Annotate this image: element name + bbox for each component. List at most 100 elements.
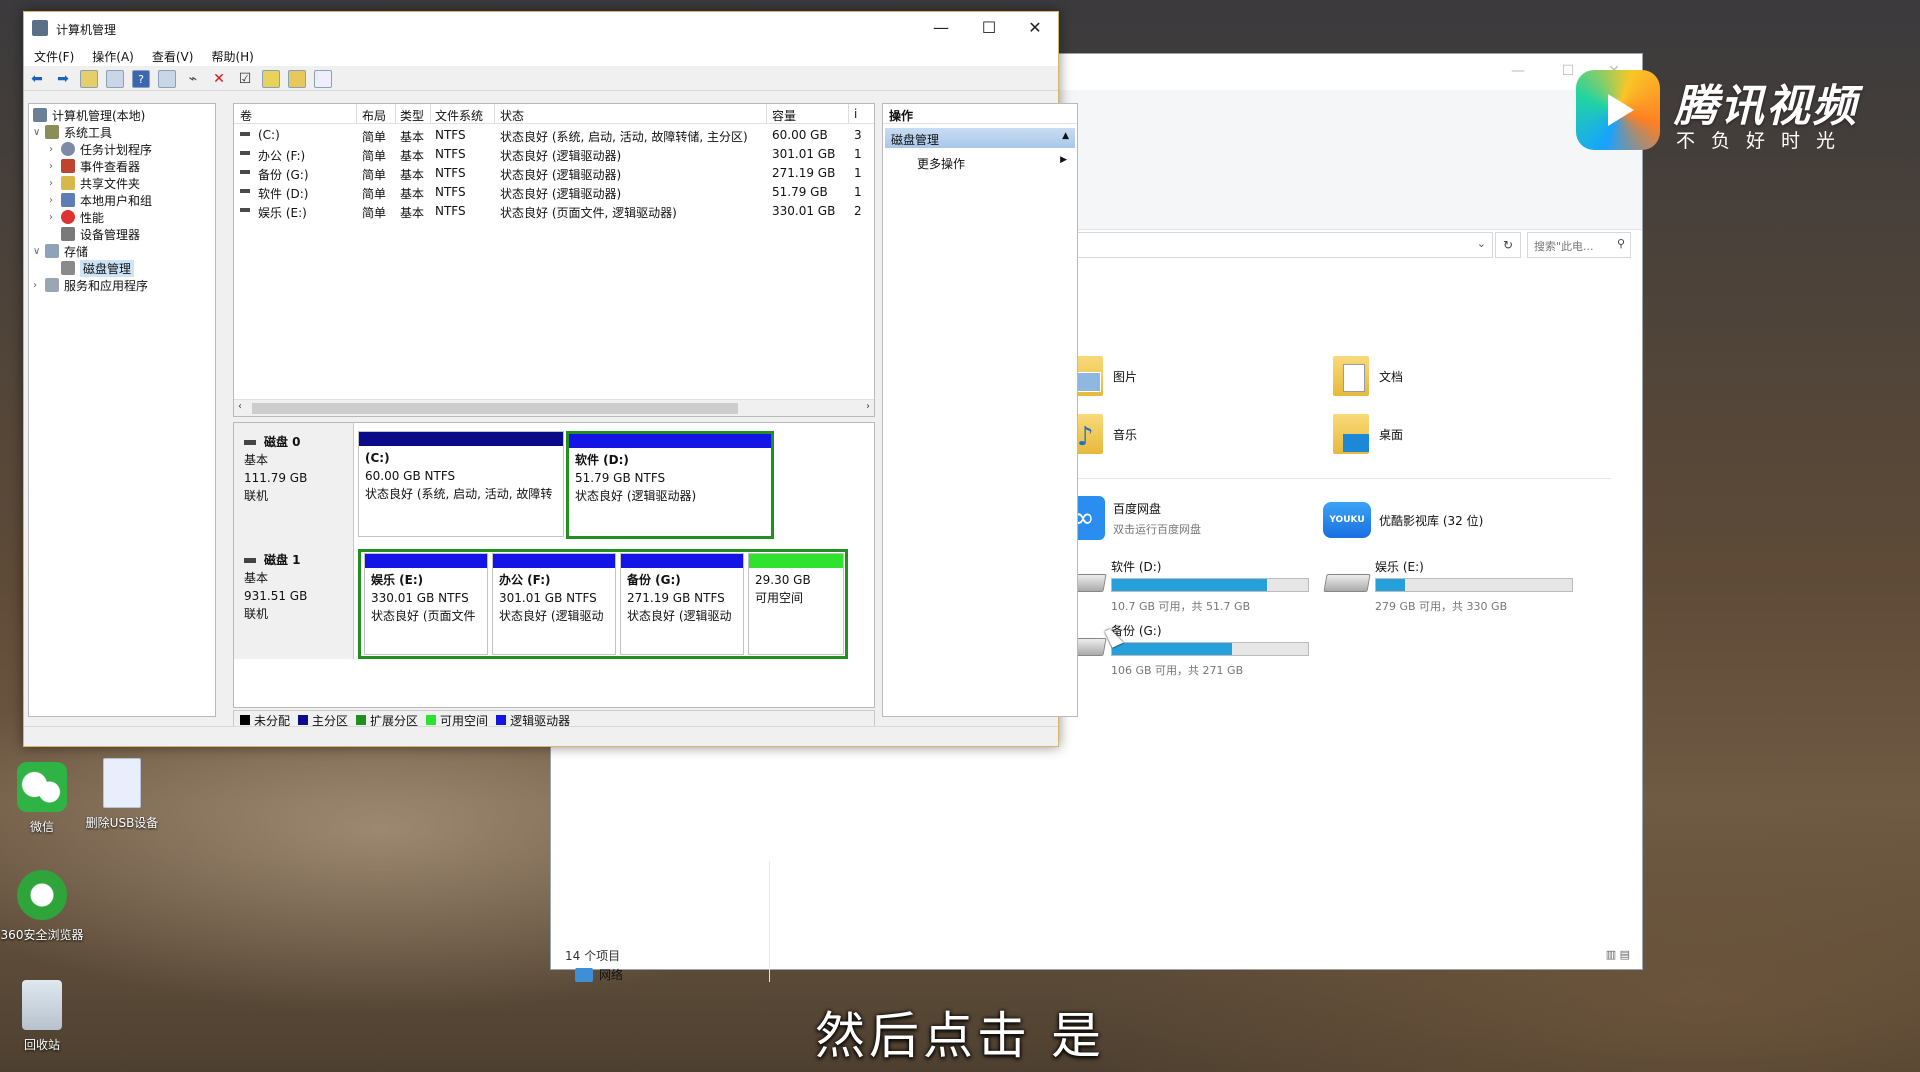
- tree-item-shared-folders[interactable]: › 共享文件夹: [49, 174, 140, 192]
- column-header-layout[interactable]: 布局: [362, 107, 386, 124]
- column-header-type[interactable]: 类型: [400, 107, 424, 124]
- desktop-icon-remove-usb[interactable]: 删除USB设备: [80, 758, 164, 831]
- chevron-right-icon[interactable]: ›: [49, 212, 61, 223]
- more-actions[interactable]: 更多操作 ▶: [883, 152, 1077, 175]
- chevron-right-icon[interactable]: ›: [49, 195, 61, 206]
- delete-icon[interactable]: ✕: [210, 70, 228, 88]
- drive-e[interactable]: 娱乐 (E:) 279 GB 可用，共 330 GB: [1323, 558, 1585, 614]
- drive-g[interactable]: 备份 (G:) 106 GB 可用，共 271 GB: [1059, 622, 1321, 678]
- drive-free-space: 106 GB 可用，共 271 GB: [1111, 664, 1244, 677]
- search-input[interactable]: 搜索"此电... ⚲: [1527, 232, 1631, 258]
- tree-item-services-apps[interactable]: › 服务和应用程序: [33, 276, 148, 294]
- minimize-button[interactable]: —: [1498, 58, 1538, 84]
- tree-item-task-scheduler[interactable]: › 任务计划程序: [49, 140, 152, 158]
- connect-icon[interactable]: ⌁: [184, 70, 202, 88]
- chevron-right-icon[interactable]: ›: [49, 161, 61, 172]
- column-divider[interactable]: [395, 104, 396, 124]
- tree-item-disk-management[interactable]: 磁盘管理: [49, 259, 135, 277]
- chevron-down-icon[interactable]: ∨: [33, 246, 45, 257]
- column-header-volume[interactable]: 卷: [240, 107, 252, 124]
- export-icon[interactable]: [262, 69, 280, 88]
- actions-section-disk-management[interactable]: 磁盘管理 ▲: [885, 128, 1075, 148]
- tree-item-performance[interactable]: › 性能: [49, 208, 104, 226]
- app-baidu-netdisk[interactable]: ∞ 百度网盘 双击运行百度网盘: [1061, 496, 1201, 540]
- desktop-icon-360-browser[interactable]: 360安全浏览器: [0, 870, 84, 943]
- help-icon[interactable]: ?: [132, 69, 150, 88]
- wechat-icon: [17, 762, 67, 812]
- column-header-filesystem[interactable]: 文件系统: [435, 107, 483, 124]
- horizontal-scrollbar[interactable]: ‹ ›: [234, 399, 874, 416]
- chevron-down-icon[interactable]: ∨: [33, 127, 45, 138]
- menu-view[interactable]: 查看(V): [142, 44, 202, 66]
- desktop-icon-wechat[interactable]: 微信: [0, 762, 84, 835]
- disk-1-label[interactable]: 磁盘 1 基本 931.51 GB 联机: [234, 541, 354, 659]
- partition-f[interactable]: 办公 (F:) 301.01 GB NTFS 状态良好 (逻辑驱动: [492, 553, 616, 655]
- tree-item-local-users[interactable]: › 本地用户和组: [49, 191, 152, 209]
- scrollbar-thumb[interactable]: [252, 403, 738, 414]
- chevron-right-icon[interactable]: ›: [49, 144, 61, 155]
- drive-name: 娱乐 (E:): [1375, 560, 1424, 574]
- check-icon[interactable]: ☑: [236, 70, 254, 88]
- volume-row[interactable]: 软件 (D:) 简单 基本 NTFS 状态良好 (逻辑驱动器) 51.79 GB…: [234, 182, 874, 201]
- column-header-status[interactable]: 状态: [500, 107, 524, 124]
- scroll-left-icon[interactable]: ‹: [238, 401, 242, 412]
- tree-item-system-tools[interactable]: ∨ 系统工具: [33, 123, 112, 141]
- close-button[interactable]: ✕: [1012, 12, 1058, 44]
- cell-layout: 简单: [362, 187, 387, 201]
- column-divider[interactable]: [356, 104, 357, 124]
- partition-c[interactable]: (C:) 60.00 GB NTFS 状态良好 (系统, 启动, 活动, 故障转: [358, 431, 564, 537]
- column-divider[interactable]: [494, 104, 495, 124]
- search-folder-icon[interactable]: [288, 69, 306, 88]
- drive-d[interactable]: 软件 (D:) 10.7 GB 可用，共 51.7 GB: [1059, 558, 1321, 614]
- chevron-right-icon[interactable]: ›: [33, 280, 45, 291]
- services-icon: [45, 278, 59, 292]
- partition-type-bar: [365, 554, 487, 568]
- tree-label: 共享文件夹: [80, 176, 141, 191]
- forward-icon[interactable]: ➡: [54, 70, 72, 88]
- folder-label: 图片: [1113, 369, 1138, 384]
- menu-help[interactable]: 帮助(H): [201, 44, 261, 66]
- maximize-button[interactable]: ☐: [966, 12, 1012, 44]
- storage-icon: [45, 244, 59, 258]
- app-youku[interactable]: YOUKU 优酷影视库 (32 位): [1323, 502, 1483, 538]
- properties-icon[interactable]: [158, 69, 176, 88]
- column-header-free[interactable]: i: [854, 107, 857, 121]
- partition-g[interactable]: 备份 (G:) 271.19 GB NTFS 状态良好 (逻辑驱动: [620, 553, 744, 655]
- tree-item-storage[interactable]: ∨ 存储: [33, 242, 88, 260]
- computer-management-icon: [32, 20, 48, 36]
- volume-row[interactable]: (C:) 简单 基本 NTFS 状态良好 (系统, 启动, 活动, 故障转储, …: [234, 125, 874, 144]
- column-divider[interactable]: [848, 104, 849, 124]
- volume-row[interactable]: 办公 (F:) 简单 基本 NTFS 状态良好 (逻辑驱动器) 301.01 G…: [234, 144, 874, 163]
- column-divider[interactable]: [766, 104, 767, 124]
- minimize-button[interactable]: —: [918, 12, 964, 44]
- partition-size: 29.30 GB: [755, 573, 811, 587]
- menu-file[interactable]: 文件(F): [24, 44, 82, 66]
- refresh-button[interactable]: ↻: [1495, 232, 1521, 258]
- column-divider[interactable]: [430, 104, 431, 124]
- disk-0-label[interactable]: 磁盘 0 基本 111.79 GB 联机: [234, 423, 354, 541]
- tree-item-device-manager[interactable]: 设备管理器: [49, 225, 140, 243]
- show-hide-tree-icon[interactable]: [106, 69, 124, 88]
- partition-free-space[interactable]: 29.30 GB 可用空间: [748, 553, 844, 655]
- folder-desktop[interactable]: 桌面: [1333, 414, 1403, 454]
- folder-documents[interactable]: 文档: [1333, 356, 1403, 396]
- partition-d[interactable]: 软件 (D:) 51.79 GB NTFS 状态良好 (逻辑驱动器): [566, 431, 774, 539]
- volume-row[interactable]: 娱乐 (E:) 简单 基本 NTFS 状态良好 (页面文件, 逻辑驱动器) 33…: [234, 201, 874, 220]
- collapse-icon[interactable]: ▲: [1062, 131, 1069, 141]
- cell-capacity: 51.79 GB: [772, 185, 828, 199]
- chevron-right-icon[interactable]: ›: [49, 178, 61, 189]
- up-folder-icon[interactable]: [80, 69, 98, 88]
- partition-e[interactable]: 娱乐 (E:) 330.01 GB NTFS 状态良好 (页面文件: [364, 553, 488, 655]
- view-toggle-buttons[interactable]: ▥ ▤: [1606, 948, 1630, 961]
- scroll-right-icon[interactable]: ›: [866, 401, 870, 412]
- tree-item-event-viewer[interactable]: › 事件查看器: [49, 157, 140, 175]
- menu-action[interactable]: 操作(A): [82, 44, 142, 66]
- column-header-capacity[interactable]: 容量: [772, 107, 796, 124]
- tree-item-root[interactable]: 计算机管理(本地): [33, 106, 145, 124]
- list-view-icon[interactable]: [314, 69, 332, 88]
- chevron-down-icon[interactable]: ⌄: [1477, 237, 1486, 250]
- cell-filesystem: NTFS: [435, 147, 466, 161]
- volume-row[interactable]: 备份 (G:) 简单 基本 NTFS 状态良好 (逻辑驱动器) 271.19 G…: [234, 163, 874, 182]
- back-icon[interactable]: ⬅: [28, 70, 46, 88]
- partition-type-bar: [493, 554, 615, 568]
